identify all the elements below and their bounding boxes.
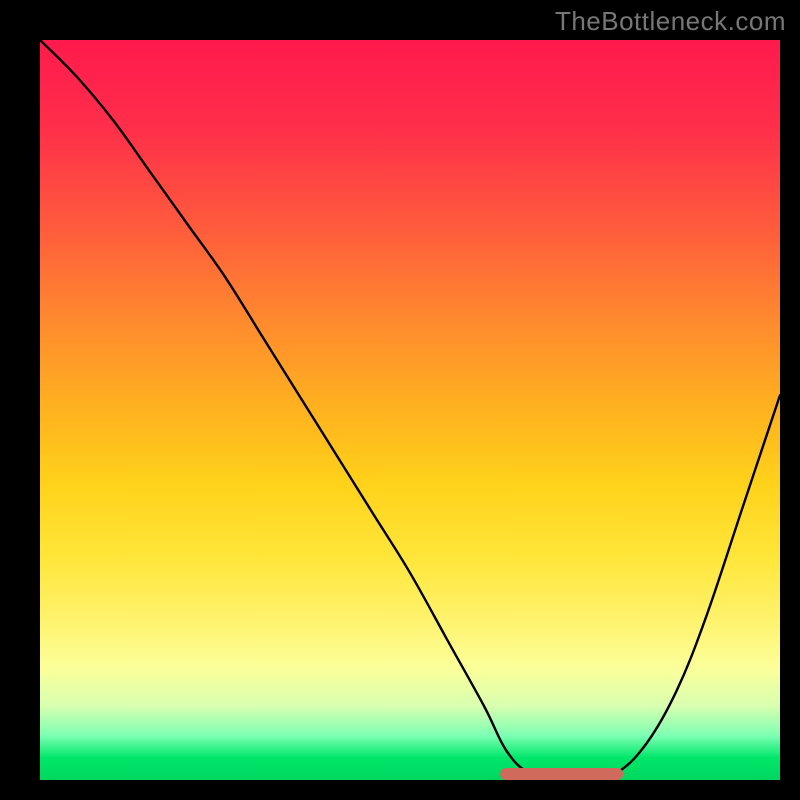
bottleneck-curve bbox=[40, 40, 780, 781]
chart-svg bbox=[40, 40, 780, 780]
chart-frame: TheBottleneck.com bbox=[0, 0, 800, 800]
plot-area bbox=[40, 40, 780, 780]
watermark-text: TheBottleneck.com bbox=[555, 6, 786, 37]
